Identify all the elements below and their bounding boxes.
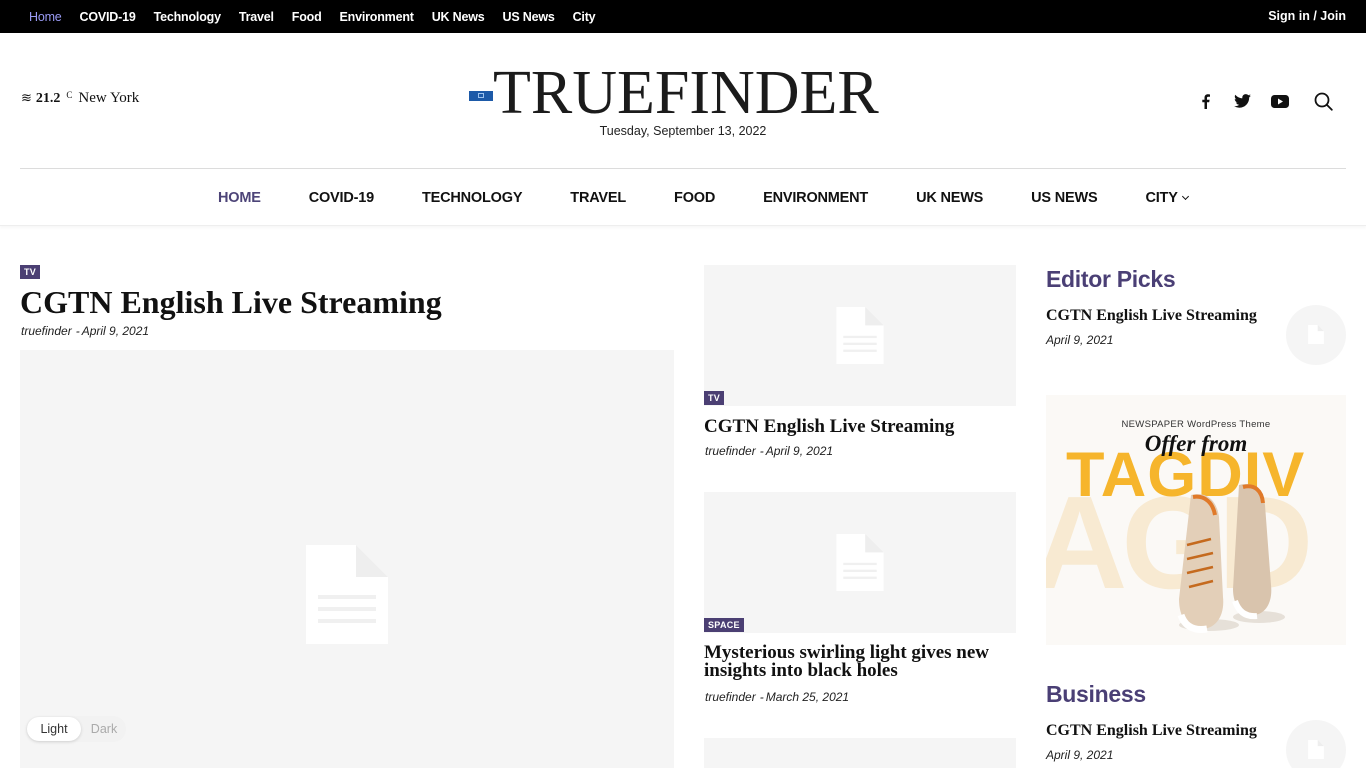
top-menu-uk-news[interactable]: UK News bbox=[432, 10, 485, 24]
main-nav-items: HOME COVID-19 TECHNOLOGY TRAVEL FOOD ENV… bbox=[218, 169, 1236, 226]
nav-item-city[interactable]: CITY bbox=[1145, 189, 1189, 206]
document-placeholder-icon bbox=[836, 307, 884, 364]
nav-item-uk-news[interactable]: UK NEWS bbox=[916, 190, 983, 206]
business-article-title[interactable]: CGTN English Live Streaming bbox=[1046, 721, 1257, 741]
featured-tag[interactable]: TV bbox=[20, 265, 41, 279]
article-date: April 9, 2021 bbox=[765, 444, 834, 458]
nav-item-technology[interactable]: TECHNOLOGY bbox=[422, 190, 523, 206]
editor-pick-date: April 9, 2021 bbox=[1046, 333, 1114, 347]
sign-in-link[interactable]: Sign in / Join bbox=[1268, 0, 1346, 33]
weather-unit: C bbox=[66, 89, 73, 100]
document-placeholder-icon bbox=[836, 534, 884, 591]
nav-item-travel[interactable]: TRAVEL bbox=[570, 190, 626, 206]
weather-temp: 21.2 bbox=[35, 90, 61, 106]
document-placeholder-icon bbox=[306, 545, 388, 644]
search-icon[interactable] bbox=[1312, 91, 1334, 111]
nav-item-environment[interactable]: ENVIRONMENT bbox=[763, 190, 868, 206]
facebook-icon[interactable] bbox=[1196, 91, 1214, 111]
ad-subtitle: NEWSPAPER WordPress Theme bbox=[1121, 419, 1271, 430]
document-placeholder-icon bbox=[1308, 325, 1324, 344]
header-date: Tuesday, September 13, 2022 bbox=[599, 124, 767, 138]
article-title[interactable]: CGTN English Live Streaming bbox=[704, 416, 1016, 438]
business-heading: Business bbox=[1046, 681, 1146, 707]
top-menu-us-news[interactable]: US News bbox=[503, 10, 555, 24]
article-date: March 25, 2021 bbox=[765, 690, 850, 704]
top-menu-environment[interactable]: Environment bbox=[340, 10, 414, 24]
weather-city: New York bbox=[78, 90, 140, 106]
dark-mode-button[interactable]: Dark bbox=[84, 717, 124, 741]
nav-item-food[interactable]: FOOD bbox=[674, 190, 715, 206]
nav-item-home[interactable]: HOME bbox=[218, 190, 261, 206]
article-tag[interactable]: TV bbox=[704, 391, 725, 405]
featured-date: April 9, 2021 bbox=[81, 324, 150, 338]
nav-item-city-label: CITY bbox=[1145, 189, 1178, 206]
top-menu: Home COVID-19 Technology Travel Food Env… bbox=[29, 0, 596, 33]
top-bar: Home COVID-19 Technology Travel Food Env… bbox=[0, 0, 1366, 33]
top-menu-home[interactable]: Home bbox=[29, 10, 62, 24]
main-nav: HOME COVID-19 TECHNOLOGY TRAVEL FOOD ENV… bbox=[0, 169, 1366, 226]
top-menu-travel[interactable]: Travel bbox=[239, 10, 274, 24]
editor-picks-heading: Editor Picks bbox=[1046, 266, 1176, 292]
nav-item-covid[interactable]: COVID-19 bbox=[309, 190, 374, 206]
business-article-date: April 9, 2021 bbox=[1046, 748, 1114, 762]
top-menu-city[interactable]: City bbox=[573, 10, 596, 24]
article-tag[interactable]: SPACE bbox=[704, 618, 744, 632]
youtube-icon[interactable] bbox=[1269, 91, 1291, 111]
tagdiv-ad-banner[interactable]: AGD NEWSPAPER WordPress Theme TAGDIV Off… bbox=[1046, 395, 1346, 645]
twitter-icon[interactable] bbox=[1232, 91, 1252, 111]
top-menu-covid[interactable]: COVID-19 bbox=[80, 10, 136, 24]
document-placeholder-icon bbox=[1308, 740, 1324, 759]
featured-title[interactable]: CGTN English Live Streaming bbox=[20, 282, 442, 322]
light-mode-button[interactable]: Light bbox=[27, 717, 81, 741]
featured-meta: truefinder - April 9, 2021 bbox=[21, 324, 150, 338]
article-image[interactable] bbox=[704, 738, 1016, 768]
article-author[interactable]: truefinder bbox=[705, 690, 756, 704]
ad-offer: Offer from bbox=[1144, 431, 1248, 456]
sneakers-image bbox=[1177, 483, 1285, 633]
top-menu-food[interactable]: Food bbox=[292, 10, 322, 24]
logo-flag-icon bbox=[469, 91, 493, 101]
chevron-down-icon bbox=[1181, 192, 1189, 200]
theme-toggle: Light Dark bbox=[26, 716, 126, 742]
editor-pick-title[interactable]: CGTN English Live Streaming bbox=[1046, 306, 1257, 326]
featured-author[interactable]: truefinder bbox=[21, 324, 72, 338]
weather-widget: ≋ 21.2 C New York bbox=[21, 90, 139, 107]
article-author[interactable]: truefinder bbox=[705, 444, 756, 458]
article-meta: truefinder - March 25, 2021 bbox=[705, 690, 850, 704]
top-menu-technology[interactable]: Technology bbox=[154, 10, 221, 24]
wind-waves-icon: ≋ bbox=[21, 91, 32, 106]
article-title[interactable]: Mysterious swirling light gives new insi… bbox=[704, 643, 1016, 680]
site-logo[interactable]: TRUEFINDER bbox=[493, 58, 879, 128]
article-meta: truefinder - April 9, 2021 bbox=[705, 444, 834, 458]
nav-item-us-news[interactable]: US NEWS bbox=[1031, 190, 1097, 206]
